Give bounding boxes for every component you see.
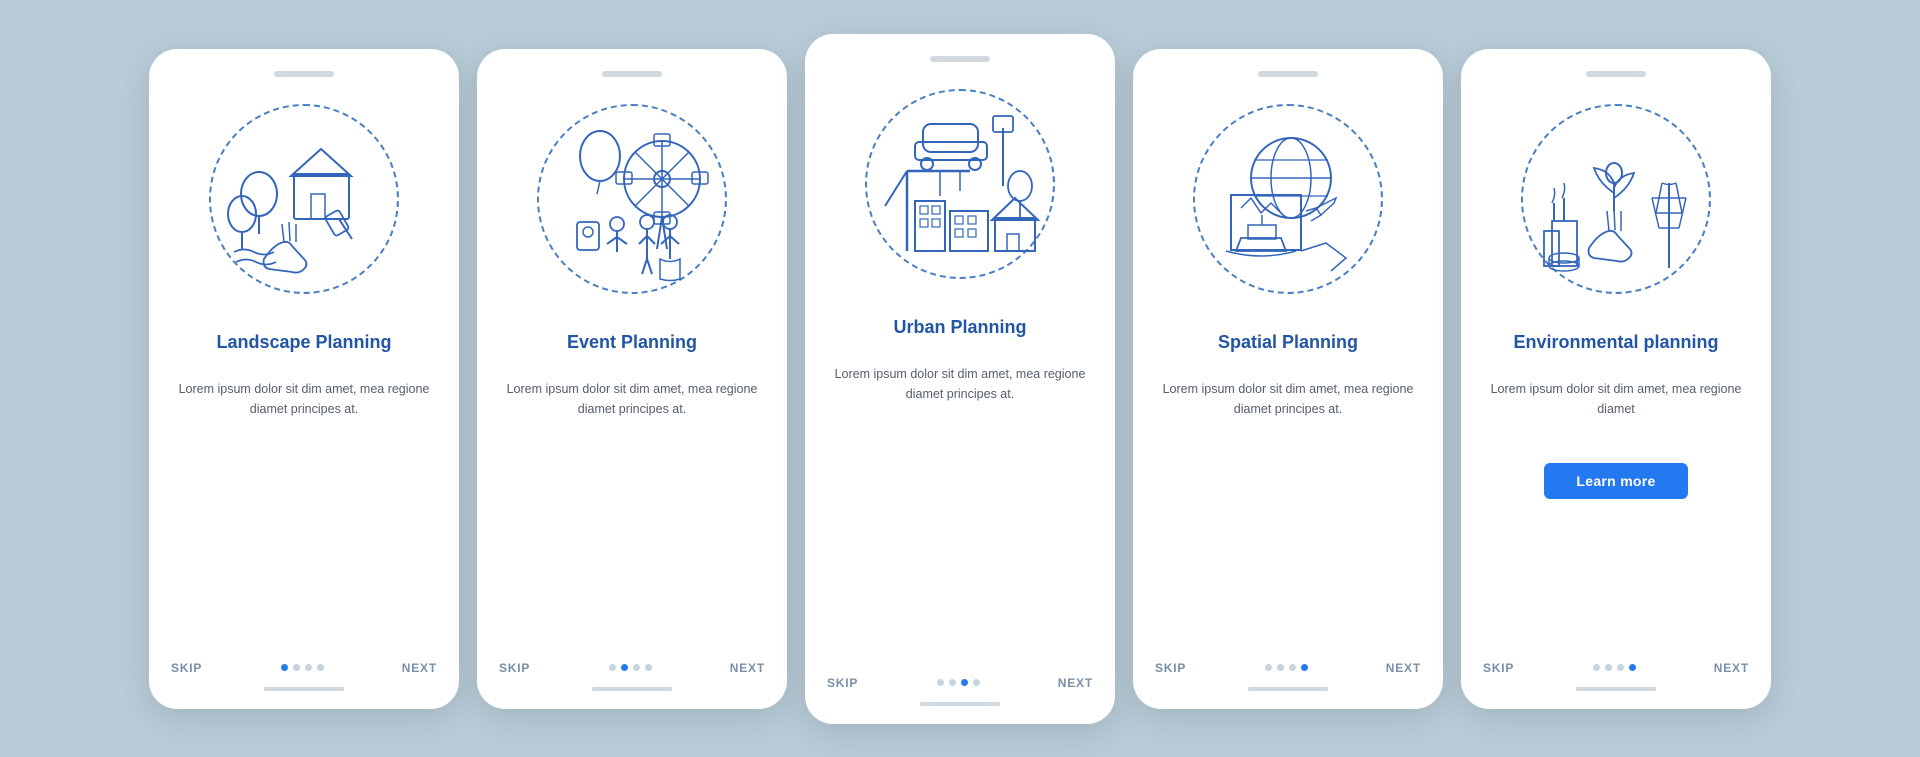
dots-landscape [281, 664, 324, 671]
dots-event [609, 664, 652, 671]
body-landscape: Lorem ipsum dolor sit dim amet, mea regi… [171, 379, 437, 447]
urban-icon [855, 86, 1065, 281]
bottom-urban: SKIP NEXT [827, 666, 1093, 690]
spatial-icon [1186, 103, 1391, 295]
card-landscape: Landscape Planning Lorem ipsum dolor sit… [149, 49, 459, 709]
dot-2 [293, 664, 300, 671]
dot-env3 [1617, 664, 1624, 671]
dots-env [1593, 664, 1636, 671]
dot-s4 [1301, 664, 1308, 671]
skip-landscape[interactable]: SKIP [171, 661, 202, 675]
title-event: Event Planning [567, 319, 697, 367]
dot-env1 [1593, 664, 1600, 671]
body-spatial: Lorem ipsum dolor sit dim amet, mea regi… [1155, 379, 1421, 447]
notch-event [602, 71, 662, 77]
dot-4 [317, 664, 324, 671]
bottom-handle-env [1576, 687, 1656, 691]
illustration-spatial [1168, 89, 1408, 309]
notch-spatial [1258, 71, 1318, 77]
illustration-event [512, 89, 752, 309]
card-event: Event Planning Lorem ipsum dolor sit dim… [477, 49, 787, 709]
notch [274, 71, 334, 77]
bottom-event: SKIP NEXT [499, 651, 765, 675]
dot-env4 [1629, 664, 1636, 671]
dot-s3 [1289, 664, 1296, 671]
skip-env[interactable]: SKIP [1483, 661, 1514, 675]
environmental-icon [1514, 103, 1719, 295]
bottom-handle-landscape [264, 687, 344, 691]
next-spatial[interactable]: NEXT [1386, 661, 1421, 675]
dots-spatial [1265, 664, 1308, 671]
top-bar-urban [827, 56, 1093, 62]
bottom-landscape: SKIP NEXT [171, 651, 437, 675]
dot-s2 [1277, 664, 1284, 671]
dot-env2 [1605, 664, 1612, 671]
card-environmental: Environmental planning Lorem ipsum dolor… [1461, 49, 1771, 709]
body-urban: Lorem ipsum dolor sit dim amet, mea regi… [827, 364, 1093, 432]
dot-3 [305, 664, 312, 671]
bottom-env: SKIP NEXT [1483, 651, 1749, 675]
illustration-env [1496, 89, 1736, 309]
dot-1 [281, 664, 288, 671]
top-bar-spatial [1155, 71, 1421, 77]
cards-container: Landscape Planning Lorem ipsum dolor sit… [109, 4, 1811, 754]
next-env[interactable]: NEXT [1714, 661, 1749, 675]
notch-urban [930, 56, 990, 62]
dot-e1 [609, 664, 616, 671]
skip-event[interactable]: SKIP [499, 661, 530, 675]
dot-s1 [1265, 664, 1272, 671]
illustration-urban [840, 74, 1080, 294]
title-spatial: Spatial Planning [1218, 319, 1358, 367]
dot-e2 [621, 664, 628, 671]
card-spatial: Spatial Planning Lorem ipsum dolor sit d… [1133, 49, 1443, 709]
learn-more-button[interactable]: Learn more [1544, 463, 1687, 499]
top-bar-event [499, 71, 765, 77]
bottom-handle-urban [920, 702, 1000, 706]
title-urban: Urban Planning [893, 304, 1026, 352]
title-landscape: Landscape Planning [216, 319, 391, 367]
dots-urban [937, 679, 980, 686]
landscape-icon [204, 104, 404, 294]
top-bar-landscape [171, 71, 437, 77]
dot-u1 [937, 679, 944, 686]
top-bar-env [1483, 71, 1749, 77]
dot-e3 [633, 664, 640, 671]
dot-e4 [645, 664, 652, 671]
next-landscape[interactable]: NEXT [402, 661, 437, 675]
skip-urban[interactable]: SKIP [827, 676, 858, 690]
body-event: Lorem ipsum dolor sit dim amet, mea regi… [499, 379, 765, 447]
skip-spatial[interactable]: SKIP [1155, 661, 1186, 675]
bottom-handle-spatial [1248, 687, 1328, 691]
next-event[interactable]: NEXT [730, 661, 765, 675]
dot-u4 [973, 679, 980, 686]
body-environmental: Lorem ipsum dolor sit dim amet, mea regi… [1483, 379, 1749, 447]
illustration-landscape [184, 89, 424, 309]
dot-u2 [949, 679, 956, 686]
card-urban: Urban Planning Lorem ipsum dolor sit dim… [805, 34, 1115, 724]
title-environmental: Environmental planning [1513, 319, 1718, 367]
bottom-handle-event [592, 687, 672, 691]
bottom-spatial: SKIP NEXT [1155, 651, 1421, 675]
notch-env [1586, 71, 1646, 77]
event-icon [532, 104, 732, 294]
dot-u3 [961, 679, 968, 686]
next-urban[interactable]: NEXT [1058, 676, 1093, 690]
